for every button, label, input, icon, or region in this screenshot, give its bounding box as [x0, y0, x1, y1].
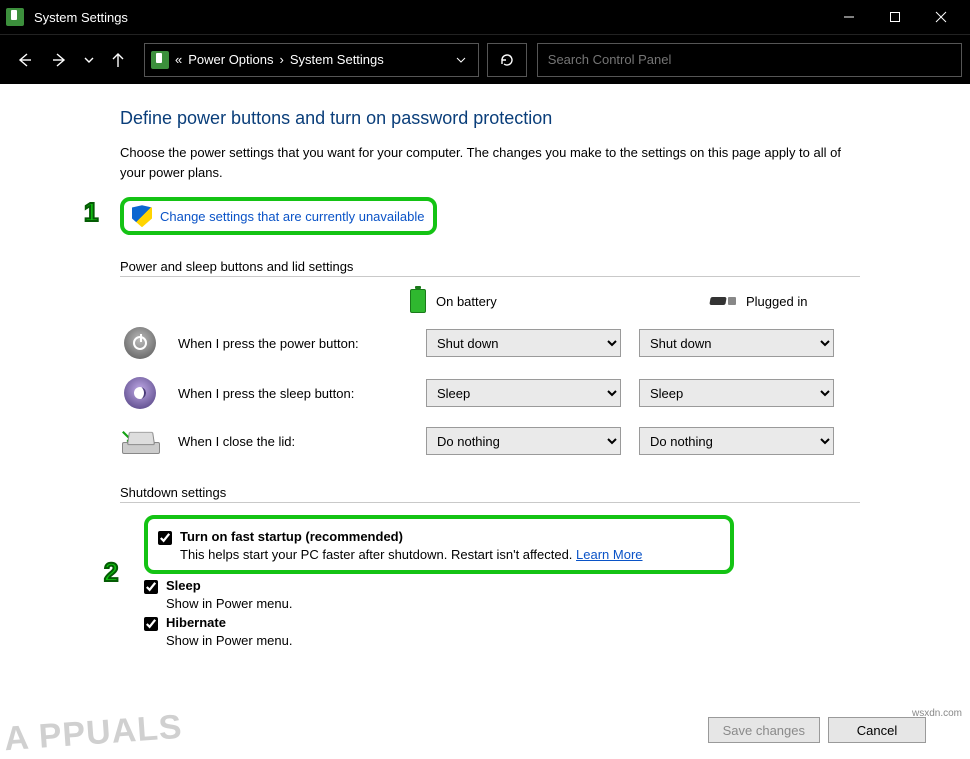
page-title: Define power buttons and turn on passwor… — [120, 108, 920, 129]
hibernate-checkbox[interactable] — [144, 617, 158, 631]
power-button-plugged-select[interactable]: Shut down — [639, 329, 834, 357]
search-input[interactable] — [537, 43, 962, 77]
column-headers: On battery Plugged in — [410, 289, 920, 313]
row-power-button: When I press the power button: Shut down… — [120, 327, 920, 359]
lid-battery-select[interactable]: Do nothing — [426, 427, 621, 455]
window-title: System Settings — [34, 10, 826, 25]
row-power-button-label: When I press the power button: — [178, 336, 408, 351]
nav-forward-button[interactable] — [44, 44, 76, 76]
shutdown-section: Shutdown settings Turn on fast startup (… — [120, 485, 920, 648]
nav-up-button[interactable] — [102, 44, 134, 76]
breadcrumb-bar[interactable]: « Power Options › System Settings — [144, 43, 479, 77]
section-buttons-lid-title: Power and sleep buttons and lid settings — [120, 259, 860, 277]
sleep-button-plugged-select[interactable]: Sleep — [639, 379, 834, 407]
laptop-lid-icon: ↘ — [122, 428, 158, 454]
column-on-battery-label: On battery — [436, 294, 497, 309]
sleep-label: Sleep — [166, 578, 201, 593]
annotation-1: 1 — [84, 197, 98, 228]
power-button-icon — [124, 327, 156, 359]
fast-startup-description: This helps start your PC faster after sh… — [180, 547, 720, 562]
row-sleep-button: When I press the sleep button: Sleep Sle… — [120, 377, 920, 409]
cancel-button[interactable]: Cancel — [828, 717, 926, 743]
breadcrumb-dropdown-icon[interactable] — [450, 54, 472, 66]
column-plugged-in: Plugged in — [710, 294, 900, 309]
annotation-2: 2 — [104, 557, 118, 588]
watermark-site: wsxdn.com — [912, 708, 962, 719]
plug-icon — [710, 294, 736, 308]
save-changes-button: Save changes — [708, 717, 820, 743]
footer-buttons: Save changes Cancel — [708, 717, 926, 743]
sleep-button-battery-select[interactable]: Sleep — [426, 379, 621, 407]
lid-plugged-select[interactable]: Do nothing — [639, 427, 834, 455]
checkbox-row-fast-startup: Turn on fast startup (recommended) — [158, 529, 720, 545]
checkbox-row-sleep: Sleep — [144, 578, 920, 594]
refresh-button[interactable] — [487, 43, 527, 77]
refresh-icon — [499, 52, 515, 68]
column-plugged-in-label: Plugged in — [746, 294, 807, 309]
change-settings-link-container: Change settings that are currently unava… — [120, 197, 437, 235]
window-minimize-button[interactable] — [826, 0, 872, 34]
column-on-battery: On battery — [410, 289, 600, 313]
window-controls — [826, 0, 964, 34]
sleep-checkbox[interactable] — [144, 580, 158, 594]
sleep-description: Show in Power menu. — [166, 596, 920, 611]
hibernate-description: Show in Power menu. — [166, 633, 920, 648]
sleep-button-icon — [124, 377, 156, 409]
nav-back-button[interactable] — [8, 44, 40, 76]
content-area: Define power buttons and turn on passwor… — [0, 84, 970, 648]
window-maximize-button[interactable] — [872, 0, 918, 34]
breadcrumb-item-system-settings[interactable]: System Settings — [290, 52, 384, 67]
hibernate-label: Hibernate — [166, 615, 226, 630]
app-icon — [6, 8, 24, 26]
breadcrumb-item-power-options[interactable]: Power Options — [188, 52, 273, 67]
page-description: Choose the power settings that you want … — [120, 143, 860, 183]
section-shutdown-title: Shutdown settings — [120, 485, 860, 503]
change-settings-link[interactable]: Change settings that are currently unava… — [160, 209, 425, 224]
power-button-battery-select[interactable]: Shut down — [426, 329, 621, 357]
breadcrumb-app-icon — [151, 51, 169, 69]
row-lid: ↘ When I close the lid: Do nothing Do no… — [120, 427, 920, 455]
row-sleep-button-label: When I press the sleep button: — [178, 386, 408, 401]
row-lid-label: When I close the lid: — [178, 434, 408, 449]
breadcrumb-chevron-left-icon: « — [175, 52, 182, 67]
checkbox-row-hibernate: Hibernate — [144, 615, 920, 631]
window-close-button[interactable] — [918, 0, 964, 34]
nav-history-dropdown[interactable] — [80, 44, 98, 76]
battery-icon — [410, 289, 426, 313]
watermark-brand: A PPUALS — [4, 710, 183, 749]
fast-startup-label: Turn on fast startup (recommended) — [180, 529, 403, 544]
learn-more-link[interactable]: Learn More — [576, 547, 642, 562]
toolbar: « Power Options › System Settings — [0, 34, 970, 84]
fast-startup-checkbox[interactable] — [158, 531, 172, 545]
uac-shield-icon — [132, 205, 152, 227]
fast-startup-highlight: Turn on fast startup (recommended) This … — [144, 515, 734, 574]
title-bar: System Settings — [0, 0, 970, 34]
breadcrumb-separator-icon: › — [280, 52, 284, 67]
